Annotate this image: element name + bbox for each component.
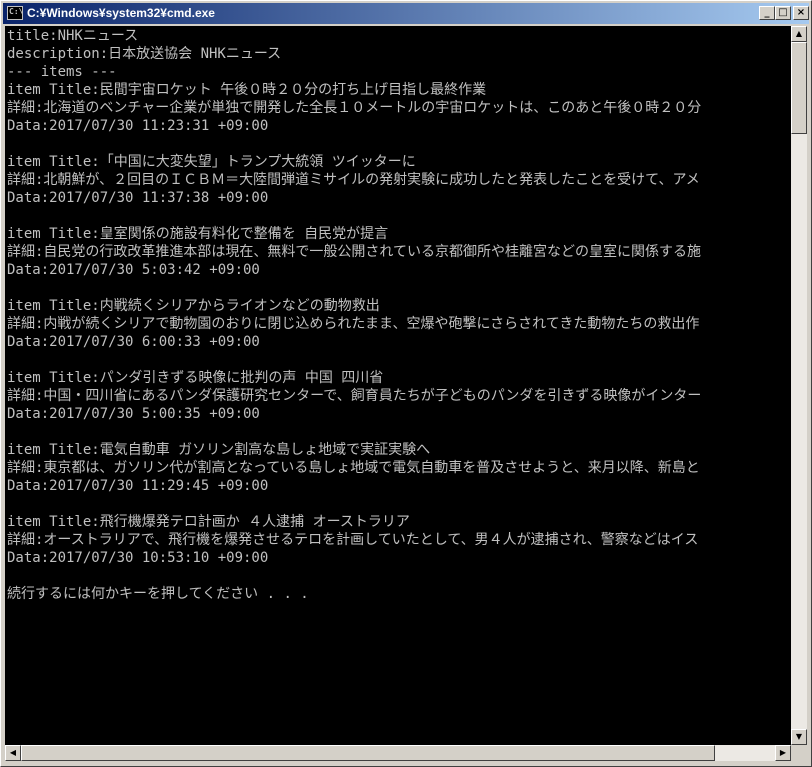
cmd-app-icon[interactable]: C:\ [7,6,23,20]
scroll-right-button[interactable]: ▶ [775,745,791,761]
title-bar[interactable]: C:\ C:¥Windows¥system32¥cmd.exe _ □ × [3,3,809,24]
console-line: 詳細:中国・四川省にあるパンダ保護研究センターで、飼育員たちが子どものパンダを引… [7,388,702,404]
console-line: item Title:電気自動車 ガソリン割高な島しょ地域で実証実験へ [7,442,431,458]
scroll-up-button[interactable]: ▲ [791,26,807,42]
console-line: 続行するには何かキーを押してください . . . [7,586,309,602]
console-line: Data:2017/07/30 11:23:31 +09:00 [7,118,269,134]
console-line: item Title:内戦続くシリアからライオンなどの動物救出 [7,298,380,314]
minimize-button[interactable]: _ [759,6,775,20]
console-line: item Title:民間宇宙ロケット 午後０時２０分の打ち上げ目指し最終作業 [7,82,487,98]
console-line: Data:2017/07/30 11:37:38 +09:00 [7,190,269,206]
window-title: C:¥Windows¥system32¥cmd.exe [27,6,215,20]
console-line: Data:2017/07/30 5:00:35 +09:00 [7,406,260,422]
horizontal-scrollbar[interactable]: ◀ ▶ [5,745,791,761]
console-line: item Title:皇室関係の施設有料化で整備を 自民党が提言 [7,226,389,242]
console-line: Data:2017/07/30 11:29:45 +09:00 [7,478,269,494]
console-line: Data:2017/07/30 10:53:10 +09:00 [7,550,269,566]
console-line: item Title:パンダ引きずる映像に批判の声 中国 四川省 [7,370,384,386]
console-output[interactable]: title:NHKニュース description:日本放送協会 NHKニュース -… [5,26,791,745]
console-line: 詳細:北朝鮮が、２回目のＩＣＢＭ＝大陸間弾道ミサイルの発射実験に成功したと発表し… [7,172,700,188]
maximize-button[interactable]: □ [775,6,791,20]
cmd-window: C:\ C:¥Windows¥system32¥cmd.exe _ □ × ti… [0,0,812,767]
close-button[interactable]: × [793,6,809,20]
console-line: 詳細:東京都は、ガソリン代が割高となっている島しょ地域で電気自動車を普及させよう… [7,460,700,476]
console-line: title:NHKニュース [7,28,139,44]
scroll-down-button[interactable]: ▼ [791,729,807,745]
vertical-scrollbar[interactable]: ▲ ▼ [791,26,807,745]
console-line: 詳細:自民党の行政改革推進本部は現在、無料で一般公開されている京都御所や桂離宮な… [7,244,702,260]
vertical-scroll-thumb[interactable] [791,42,807,134]
scroll-left-button[interactable]: ◀ [5,745,21,761]
console-line: item Title:「中国に大変失望」トランプ大統領 ツイッターに [7,154,416,170]
console-line: 詳細:オーストラリアで、飛行機を爆発させるテロを計画していたとして、男４人が逮捕… [7,532,699,548]
horizontal-scroll-thumb[interactable] [21,745,715,761]
console-line: Data:2017/07/30 5:03:42 +09:00 [7,262,260,278]
console-line: 詳細:北海道のベンチャー企業が単独で開発した全長１０メートルの宇宙ロケットは、こ… [7,100,702,116]
console-line: 詳細:内戦が続くシリアで動物園のおりに閉じ込められたまま、空爆や砲撃にさらされて… [7,316,700,332]
console-line: item Title:飛行機爆発テロ計画か ４人逮捕 オーストラリア [7,514,410,530]
console-line: Data:2017/07/30 6:00:33 +09:00 [7,334,260,350]
console-line: description:日本放送協会 NHKニュース [7,46,282,62]
console-line: --- items --- [7,64,117,80]
size-grip[interactable] [791,745,807,761]
